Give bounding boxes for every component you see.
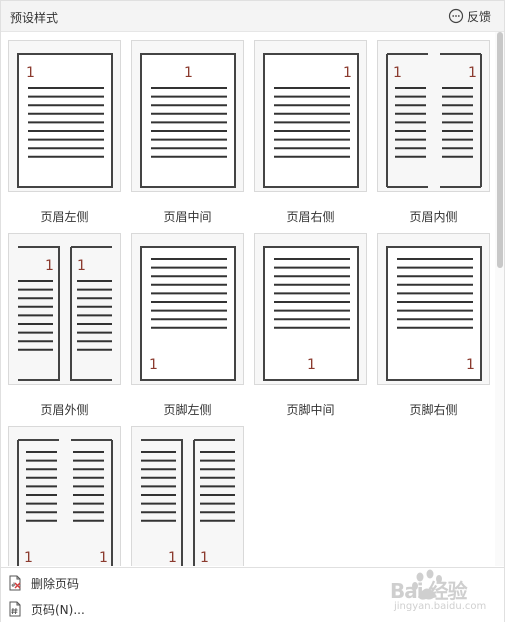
style-thumbnail: 11 <box>386 53 482 188</box>
page-number-mark: 1 <box>26 65 35 81</box>
preset-style-footer-right[interactable]: 1 <box>377 233 490 385</box>
style-thumbnail: 1 <box>17 53 113 188</box>
style-thumbnail: 1 <box>386 246 482 381</box>
baidu-jingyan-watermark: Bai 经验 jingyan.baidu.com <box>356 567 501 619</box>
preset-style-footer-inside[interactable]: 11 <box>131 426 244 566</box>
delete-page-number-item[interactable]: # 删除页码 <box>7 572 79 594</box>
preset-style-label: 页脚左侧 <box>163 403 212 417</box>
preset-style-header-inside[interactable]: 11 <box>377 40 490 192</box>
style-thumbnail: 11 <box>18 246 112 381</box>
preset-style-footer-outside[interactable]: 11 <box>8 426 121 566</box>
feedback-label: 反馈 <box>466 9 491 24</box>
preset-styles-grid: 1 页眉左侧 1 页眉中间 1 页眉右侧 1 1 页眉内侧 1 1 页眉外侧 1 页脚左侧 1 页脚中间 1 页脚… <box>1 32 493 566</box>
delete-page-number-icon: # <box>9 575 21 591</box>
panel-title: 预设样式 <box>10 11 59 25</box>
preset-style-label: 页眉中间 <box>163 210 212 224</box>
style-thumbnail: 11 <box>17 439 113 566</box>
preset-style-header-right[interactable]: 1 <box>254 40 367 192</box>
preset-style-footer-left[interactable]: 1 <box>131 233 244 385</box>
preset-style-label: 页眉内侧 <box>409 210 458 224</box>
page-number-mark: 1 <box>168 550 177 566</box>
chat-bubble-icon <box>448 8 464 24</box>
spread-outline <box>18 246 112 381</box>
style-thumbnail: 1 <box>140 53 236 188</box>
preset-style-label: 页眉右侧 <box>286 210 335 224</box>
page-number-mark: 1 <box>393 65 402 81</box>
preset-style-label: 页眉左侧 <box>40 210 89 224</box>
preset-style-footer-center[interactable]: 1 <box>254 233 367 385</box>
page-number-mark: 1 <box>45 258 54 274</box>
preset-style-header-outside[interactable]: 11 <box>8 233 121 385</box>
page-number-mark: 1 <box>200 550 209 566</box>
style-thumbnail: 11 <box>141 439 235 566</box>
page-number-icon <box>9 601 21 617</box>
page-number-mark: 1 <box>99 550 108 566</box>
preset-style-label: 页脚中间 <box>286 403 335 417</box>
preset-style-label: 页脚右侧 <box>409 403 458 417</box>
page-number-mark: 1 <box>466 357 475 373</box>
page-number-mark: 1 <box>184 65 193 81</box>
style-thumbnail: 1 <box>263 53 359 188</box>
preset-style-header-left[interactable]: 1 <box>8 40 121 192</box>
watermark-url: jingyan.baidu.com <box>394 601 487 612</box>
page-number-mark: 1 <box>149 357 158 373</box>
watermark-text: Bai 经验 <box>390 579 468 603</box>
page-number-mark: 1 <box>24 550 33 566</box>
preset-style-label: 页眉外侧 <box>40 403 89 417</box>
page-number-panel: 预设样式 反馈 1 页眉左侧 1 页眉中间 1 页眉右侧 1 1 页眉内侧 1 1 页眉外侧 1 页脚左侧… <box>0 0 505 623</box>
feedback-button[interactable]: 反馈 <box>448 7 491 25</box>
page-number-mark: 1 <box>468 65 477 81</box>
preset-style-header-center[interactable]: 1 <box>131 40 244 192</box>
panel-header: 预设样式 反馈 <box>1 1 504 32</box>
page-number-mark: 1 <box>77 258 86 274</box>
style-thumbnail: 1 <box>140 246 236 381</box>
page-number-settings-item[interactable]: 页码(N)... <box>7 598 85 620</box>
scrollbar-thumb[interactable] <box>497 32 503 268</box>
page-number-mark: 1 <box>343 65 352 81</box>
delete-page-number-label: 删除页码 <box>31 576 80 591</box>
page-number-mark: 1 <box>307 357 316 373</box>
style-thumbnail: 1 <box>263 246 359 381</box>
page-number-settings-label: 页码(N)... <box>31 602 85 617</box>
